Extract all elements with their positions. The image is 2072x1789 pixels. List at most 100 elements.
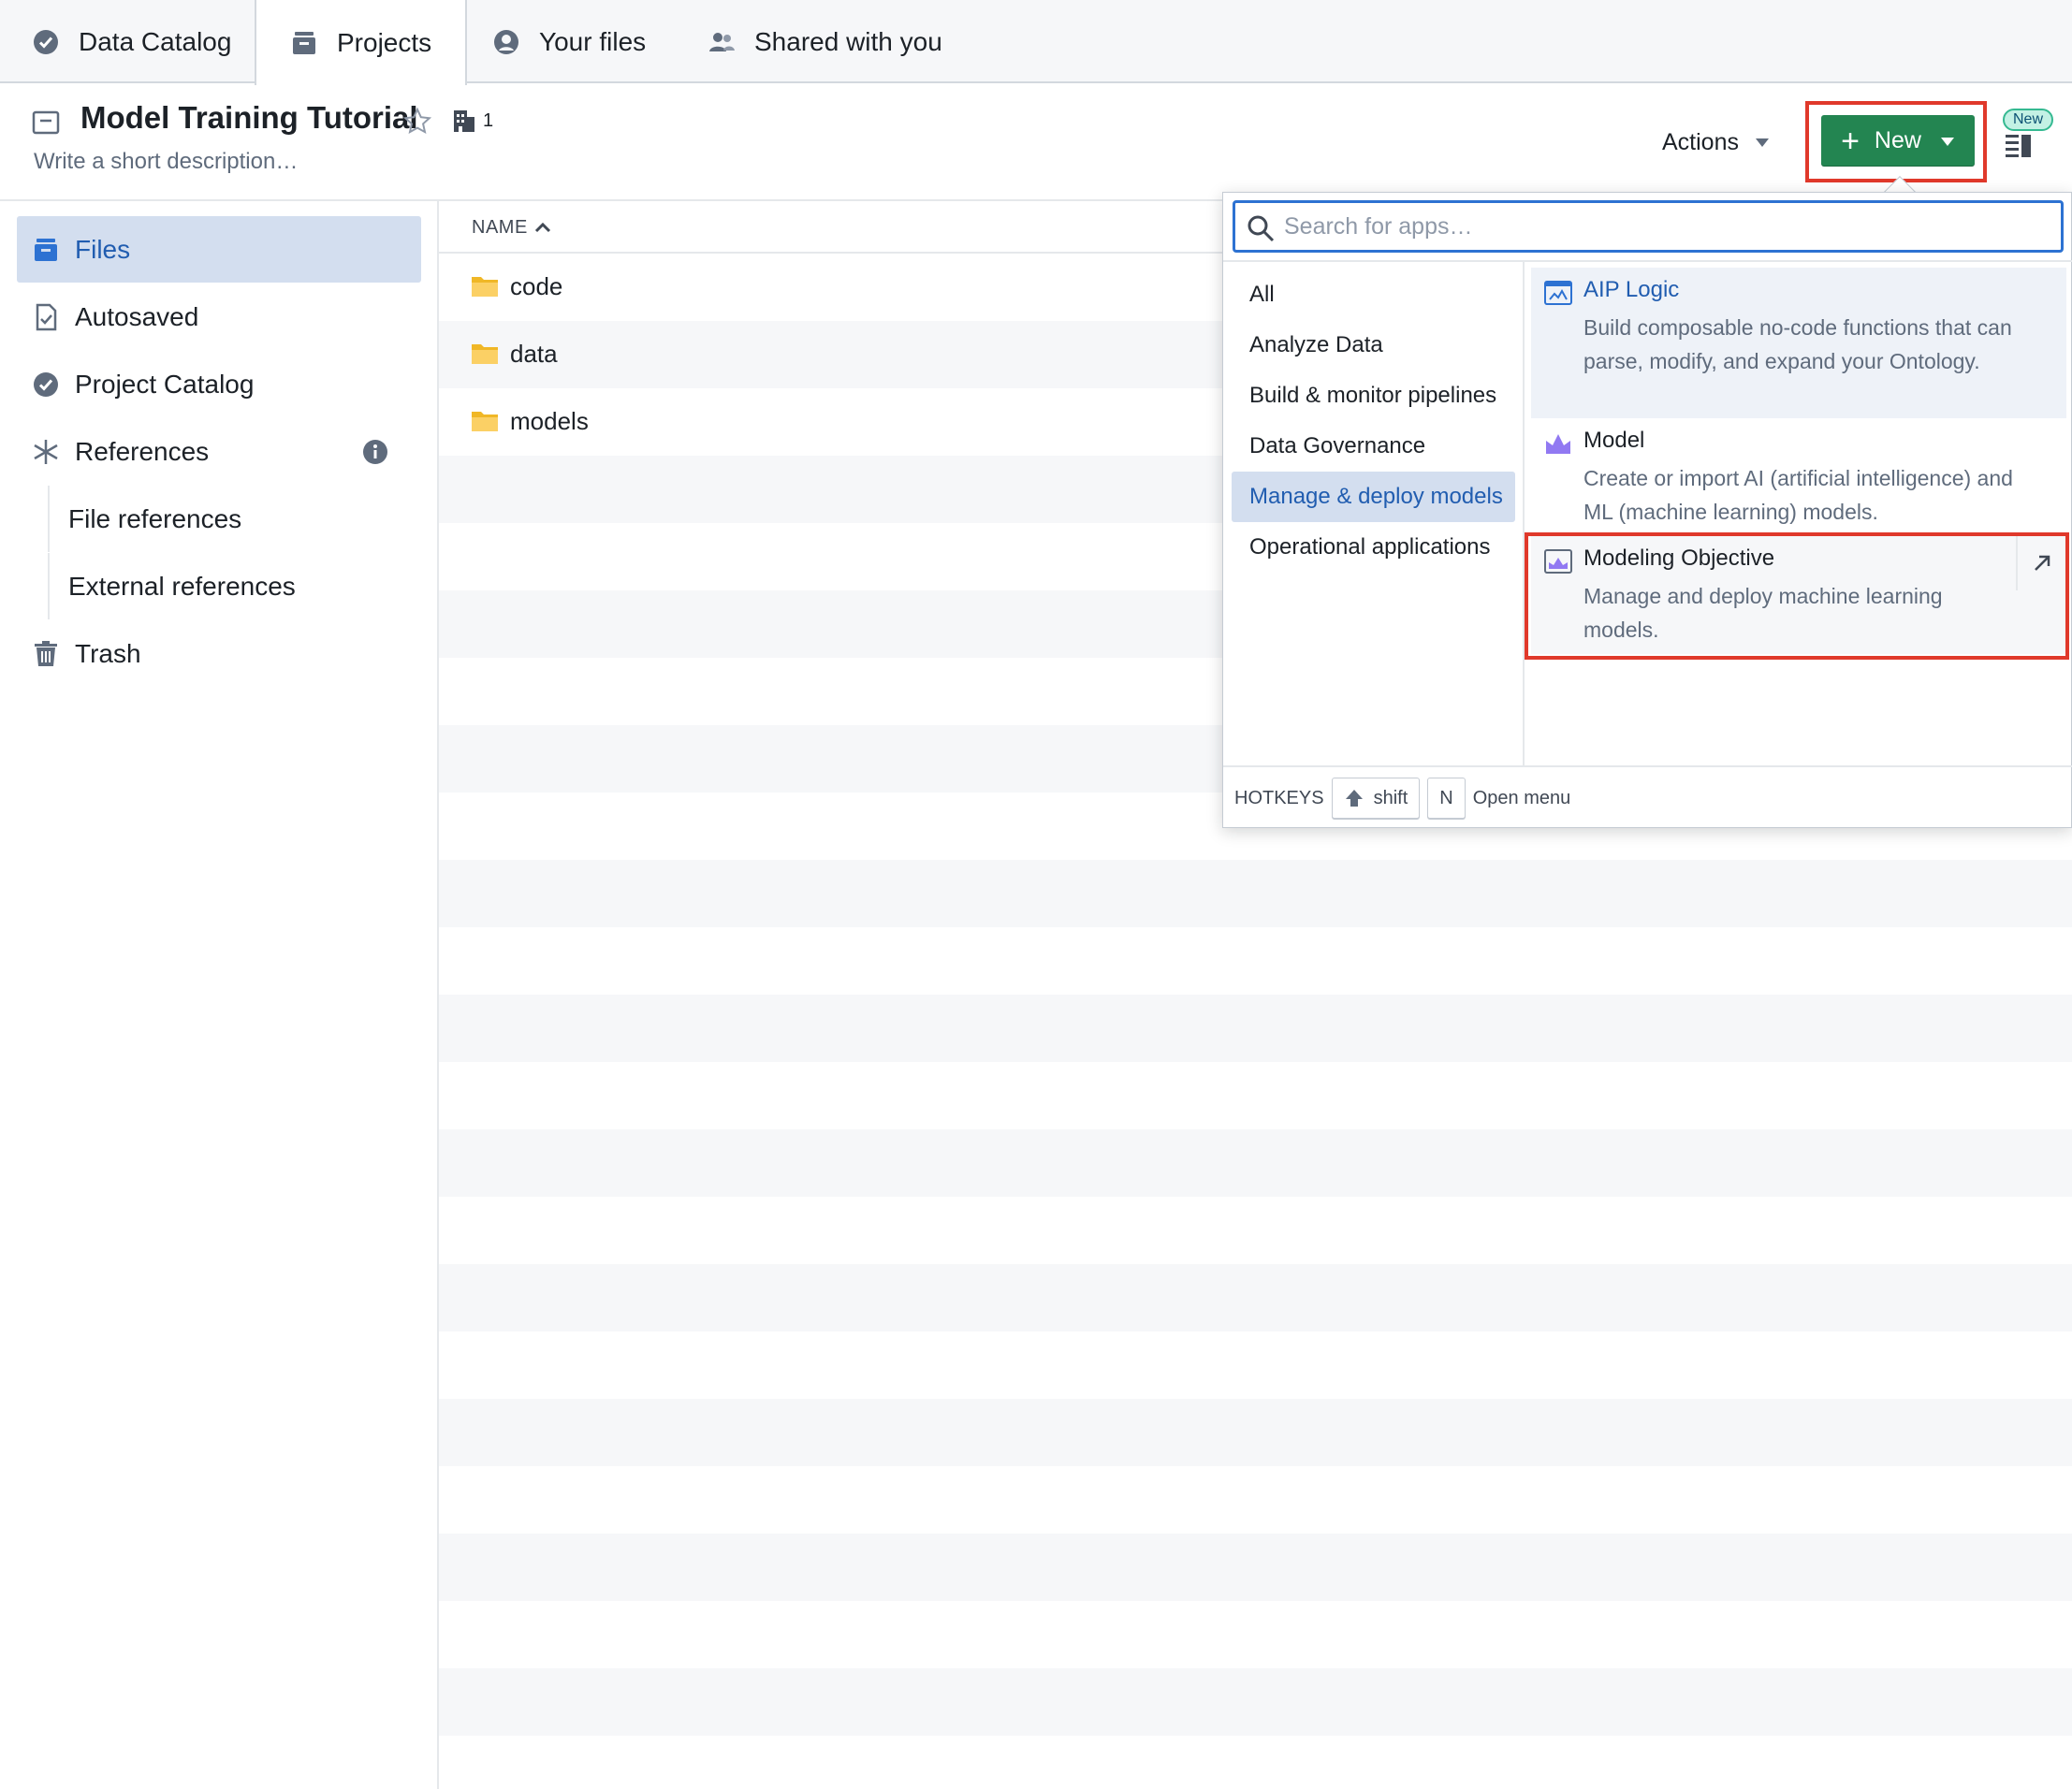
caret-down-icon [1755, 138, 1769, 147]
n-key: N [1427, 778, 1466, 819]
new-button[interactable]: + New [1821, 115, 1975, 167]
star-icon[interactable] [402, 107, 432, 137]
tab-label: Data Catalog [79, 26, 232, 56]
organization-icon [454, 110, 474, 132]
sidebar-item-label: Project Catalog [75, 369, 255, 399]
app-category-list: All Analyze Data Build & monitor pipelin… [1223, 262, 1525, 765]
empty-row [439, 927, 2072, 995]
file-name: data [510, 340, 558, 368]
empty-row [439, 1736, 2072, 1789]
tab-shared-with-you[interactable]: Shared with you [708, 0, 942, 83]
sidebar-item-autosaved[interactable]: Autosaved [17, 284, 421, 350]
sidebar-item-external-references[interactable]: External references [48, 553, 421, 619]
modeling-objective-highlight [1525, 532, 2069, 660]
aip-logic-icon [1544, 281, 1572, 305]
category-manage-deploy-models[interactable]: Manage & deploy models [1232, 472, 1515, 522]
trash-icon [35, 640, 57, 666]
empty-row [439, 1534, 2072, 1601]
tab-your-files[interactable]: Your files [492, 0, 646, 83]
category-build-monitor-pipelines[interactable]: Build & monitor pipelines [1232, 371, 1515, 421]
sidebar-item-references[interactable]: References [17, 418, 421, 485]
file-name: code [510, 272, 563, 300]
empty-row [439, 1129, 2072, 1197]
user-circle-icon [494, 29, 518, 54]
sidebar-item-files[interactable]: Files [17, 216, 421, 283]
sidebar-item-label: External references [68, 571, 296, 601]
hotkeys-footer: HOTKEYS shift N Open menu [1223, 765, 2072, 829]
app-name: AIP Logic [1583, 277, 1680, 302]
empty-row [439, 1601, 2072, 1668]
project-header: Model Training Tutorial 1 Write a short … [0, 83, 2072, 199]
actions-dropdown-button[interactable]: Actions [1662, 121, 1771, 164]
empty-row [439, 1197, 2072, 1264]
file-name: models [510, 407, 589, 435]
caret-down-icon [1940, 137, 1954, 146]
hotkeys-label: HOTKEYS [1234, 787, 1324, 808]
side-panel-icon[interactable] [2004, 129, 2034, 159]
category-all[interactable]: All [1232, 269, 1515, 320]
new-app-popover: All Analyze Data Build & monitor pipelin… [1222, 192, 2072, 828]
sidebar-item-trash[interactable]: Trash [17, 620, 421, 687]
projects-stack-icon [293, 31, 315, 54]
project-icon [32, 110, 60, 135]
top-tab-bar: Data Catalog Projects Your files Shared … [0, 0, 2072, 85]
actions-label: Actions [1662, 128, 1739, 155]
asterisk-icon [34, 439, 58, 464]
sort-ascending-icon [534, 222, 551, 233]
tab-label: Shared with you [754, 26, 942, 56]
tab-projects[interactable]: Projects [255, 0, 468, 85]
empty-row [439, 1331, 2072, 1399]
page-title: Model Training Tutorial [80, 100, 418, 135]
shift-key: shift [1331, 778, 1421, 819]
files-stack-icon [35, 238, 57, 261]
tab-label: Your files [539, 26, 647, 56]
sidebar-item-label: Files [75, 234, 131, 264]
organization-count: 1 [483, 110, 494, 131]
autosaved-document-icon [36, 303, 57, 330]
empty-row [439, 860, 2072, 927]
empty-row [439, 1399, 2072, 1466]
app-search-input[interactable] [1284, 209, 2051, 244]
sidebar-item-label: Autosaved [75, 301, 199, 331]
category-operational-applications[interactable]: Operational applications [1232, 522, 1515, 573]
shift-key-label: shift [1373, 787, 1408, 808]
verified-badge-icon [34, 29, 58, 54]
app-description: Build composable no-code functions that … [1583, 315, 2012, 373]
folder-icon [472, 344, 498, 364]
left-sidebar: Files Autosaved Project Catalog Referenc… [0, 199, 439, 1789]
search-icon [1248, 215, 1275, 242]
shift-arrow-icon [1345, 790, 1363, 807]
sidebar-item-label: References [75, 436, 210, 466]
app-description: Create or import AI (artificial intellig… [1583, 466, 2013, 524]
app-search-box [1233, 200, 2064, 253]
sidebar-item-project-catalog[interactable]: Project Catalog [17, 351, 421, 417]
app-item-model[interactable]: Model Create or import AI (artificial in… [1531, 418, 2066, 536]
empty-row [439, 1062, 2072, 1129]
app-name: Model [1583, 428, 1645, 453]
new-feature-badge: New [2003, 109, 2053, 131]
sidebar-item-file-references[interactable]: File references [48, 486, 421, 552]
empty-row [439, 1668, 2072, 1736]
app-item-aip-logic[interactable]: AIP Logic Build composable no-code funct… [1531, 268, 2066, 418]
column-label: NAME [472, 217, 528, 238]
category-analyze-data[interactable]: Analyze Data [1232, 320, 1515, 371]
model-icon [1546, 434, 1570, 454]
sidebar-item-label: File references [68, 503, 242, 533]
app-list: AIP Logic Build composable no-code funct… [1525, 262, 2072, 765]
new-button-label: New [1874, 127, 1921, 153]
project-description-field[interactable]: Write a short description… [34, 149, 298, 175]
category-data-governance[interactable]: Data Governance [1232, 421, 1515, 472]
empty-row [439, 1264, 2072, 1331]
empty-row [439, 1466, 2072, 1534]
verified-badge-icon [34, 371, 58, 397]
tab-label: Projects [337, 27, 432, 57]
folder-icon [472, 277, 498, 297]
sidebar-item-label: Trash [75, 638, 141, 668]
empty-row [439, 995, 2072, 1062]
plus-icon: + [1841, 123, 1860, 159]
tab-data-catalog[interactable]: Data Catalog [32, 0, 231, 83]
folder-icon [472, 412, 498, 431]
hotkey-action-label: Open menu [1472, 787, 1571, 808]
info-icon[interactable] [361, 438, 389, 466]
people-icon [709, 32, 735, 51]
